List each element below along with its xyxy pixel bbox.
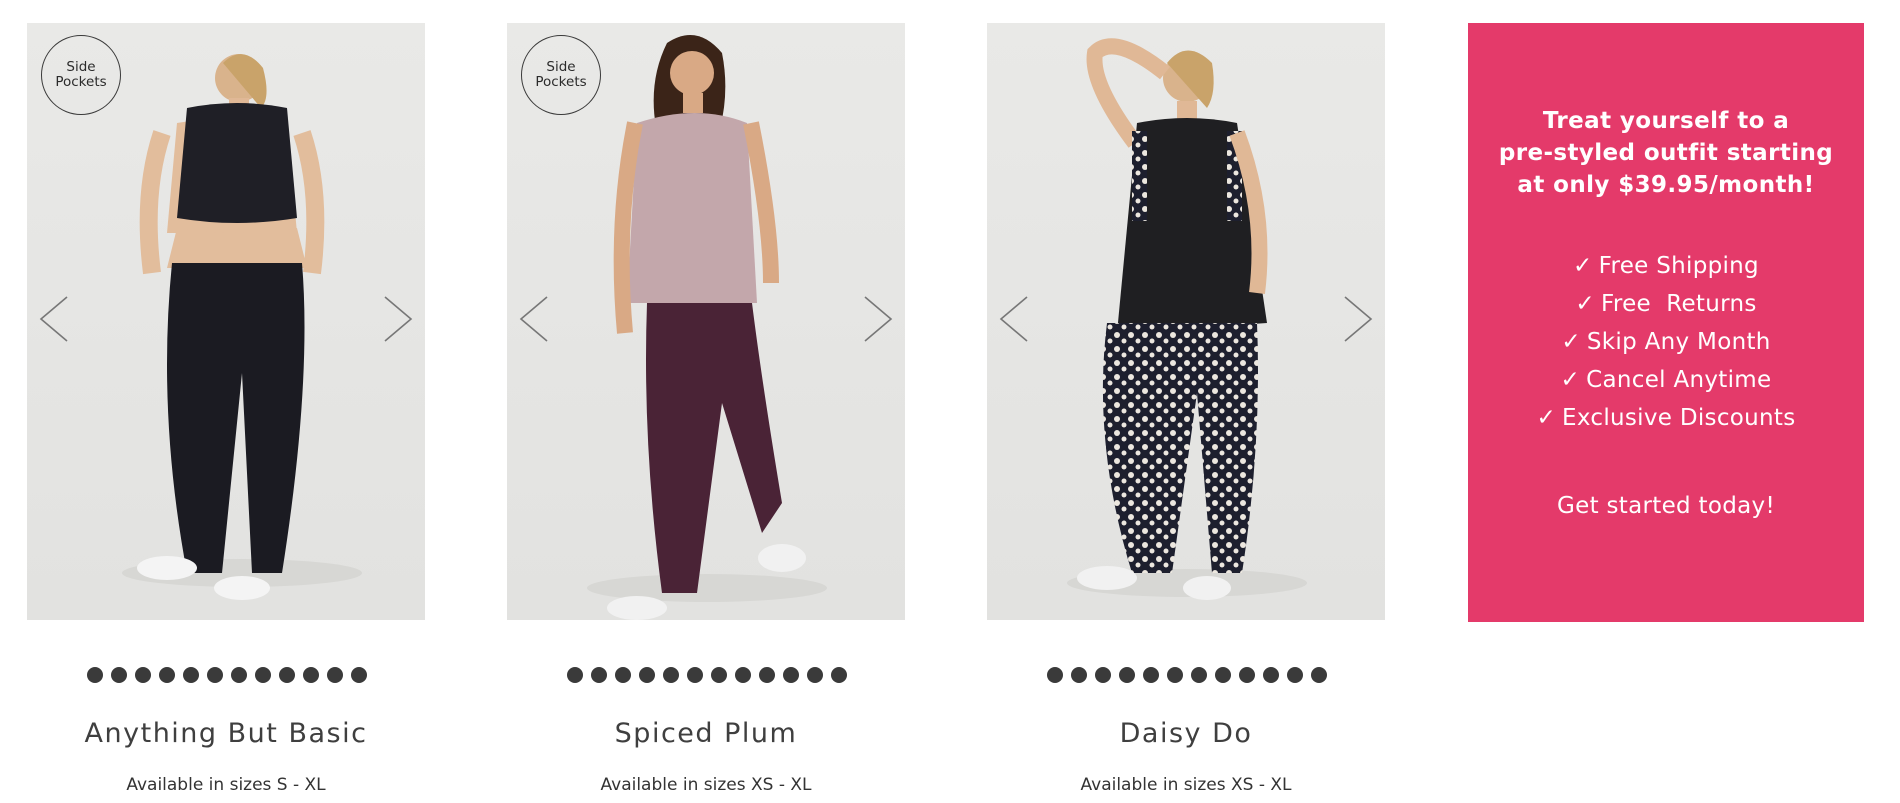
carousel-dot[interactable] <box>831 667 847 683</box>
carousel-dots <box>567 667 847 683</box>
carousel-dot[interactable] <box>1047 667 1063 683</box>
carousel-dot[interactable] <box>135 667 151 683</box>
promo-headline-line: pre-styled outfit starting <box>1498 140 1834 166</box>
carousel-dot[interactable] <box>783 667 799 683</box>
carousel-dot[interactable] <box>663 667 679 683</box>
carousel-dots <box>1047 667 1327 683</box>
carousel-dot[interactable] <box>639 667 655 683</box>
product-sizes: Available in sizes XS - XL <box>1080 775 1292 795</box>
benefit-label: Cancel Anytime <box>1586 367 1772 393</box>
carousel-dot[interactable] <box>111 667 127 683</box>
carousel-dot[interactable] <box>591 667 607 683</box>
check-icon: ✓ <box>1575 291 1595 317</box>
chevron-left-icon[interactable] <box>517 293 553 345</box>
carousel-dot[interactable] <box>303 667 319 683</box>
badge-line-2: Pockets <box>55 74 107 90</box>
chevron-right-icon[interactable] <box>1339 293 1375 345</box>
product-name[interactable]: Anything But Basic <box>27 718 425 749</box>
carousel-dot[interactable] <box>1071 667 1087 683</box>
carousel-dot[interactable] <box>1287 667 1303 683</box>
benefit-label: Exclusive Discounts <box>1562 405 1796 431</box>
carousel-dot[interactable] <box>1239 667 1255 683</box>
get-started-link[interactable]: Get started today! <box>1468 493 1864 519</box>
product-photo[interactable] <box>987 23 1385 620</box>
promo-headline-line: Treat yourself to a <box>1542 108 1790 134</box>
product-name[interactable]: Daisy Do <box>987 718 1385 749</box>
check-icon: ✓ <box>1573 253 1593 279</box>
promo-benefits-list: ✓ Free Shipping ✓ Free Returns ✓ Skip Any M… <box>1468 247 1864 437</box>
product-card-anything-but-basic[interactable]: Side Pockets Anything But Basic Availabl… <box>27 23 425 795</box>
product-photo[interactable]: Side Pockets <box>27 23 425 620</box>
carousel-dot[interactable] <box>1191 667 1207 683</box>
carousel-dot[interactable] <box>687 667 703 683</box>
product-name[interactable]: Spiced Plum <box>507 718 905 749</box>
benefit-label: Skip Any Month <box>1586 329 1771 355</box>
side-pockets-badge: Side Pockets <box>521 35 601 115</box>
benefit-label: Free Returns <box>1600 291 1757 317</box>
chevron-left-icon[interactable] <box>997 293 1033 345</box>
benefit-item: ✓ Free Returns <box>1468 285 1864 323</box>
carousel-dot[interactable] <box>1095 667 1111 683</box>
carousel-dot[interactable] <box>207 667 223 683</box>
carousel-dot[interactable] <box>1311 667 1327 683</box>
carousel-dot[interactable] <box>159 667 175 683</box>
badge-line-1: Side <box>546 59 576 75</box>
chevron-left-icon[interactable] <box>37 293 73 345</box>
carousel-dot[interactable] <box>87 667 103 683</box>
carousel-dots <box>87 667 367 683</box>
subscription-promo-panel[interactable]: Treat yourself to a pre-styled outfit st… <box>1468 23 1864 622</box>
chevron-right-icon[interactable] <box>859 293 895 345</box>
carousel-dot[interactable] <box>567 667 583 683</box>
carousel-dot[interactable] <box>1263 667 1279 683</box>
carousel-dot[interactable] <box>735 667 751 683</box>
carousel-dot[interactable] <box>1119 667 1135 683</box>
carousel-dot[interactable] <box>759 667 775 683</box>
benefit-label: Free Shipping <box>1598 253 1759 279</box>
carousel-dot[interactable] <box>1143 667 1159 683</box>
carousel-dot[interactable] <box>615 667 631 683</box>
check-icon: ✓ <box>1536 405 1557 431</box>
side-pockets-badge: Side Pockets <box>41 35 121 115</box>
carousel-dot[interactable] <box>231 667 247 683</box>
product-sizes: Available in sizes XS - XL <box>600 775 812 795</box>
benefit-item: ✓ Free Shipping <box>1468 247 1864 285</box>
carousel-dot[interactable] <box>183 667 199 683</box>
product-sizes: Available in sizes S - XL <box>126 775 326 795</box>
check-icon: ✓ <box>1561 329 1581 355</box>
chevron-right-icon[interactable] <box>379 293 415 345</box>
badge-line-1: Side <box>66 59 96 75</box>
product-card-daisy-do[interactable]: Daisy Do Available in sizes XS - XL <box>987 23 1385 795</box>
model-photo <box>1067 38 1307 600</box>
product-photo[interactable]: Side Pockets <box>507 23 905 620</box>
carousel-dot[interactable] <box>279 667 295 683</box>
carousel-dot[interactable] <box>1215 667 1231 683</box>
promo-headline-line: at only $39.95/month! <box>1517 172 1815 198</box>
carousel-dot[interactable] <box>1167 667 1183 683</box>
benefit-item: ✓ Exclusive Discounts <box>1468 399 1864 437</box>
benefit-item: ✓ Cancel Anytime <box>1468 361 1864 399</box>
carousel-dot[interactable] <box>255 667 271 683</box>
carousel-dot[interactable] <box>351 667 367 683</box>
check-icon: ✓ <box>1560 367 1581 393</box>
carousel-dot[interactable] <box>807 667 823 683</box>
carousel-dot[interactable] <box>327 667 343 683</box>
benefit-item: ✓ Skip Any Month <box>1468 323 1864 361</box>
product-card-spiced-plum[interactable]: Side Pockets Spiced Plum Available in si… <box>507 23 905 795</box>
promo-headline: Treat yourself to a pre-styled outfit st… <box>1468 105 1864 201</box>
carousel-dot[interactable] <box>711 667 727 683</box>
badge-line-2: Pockets <box>535 74 587 90</box>
